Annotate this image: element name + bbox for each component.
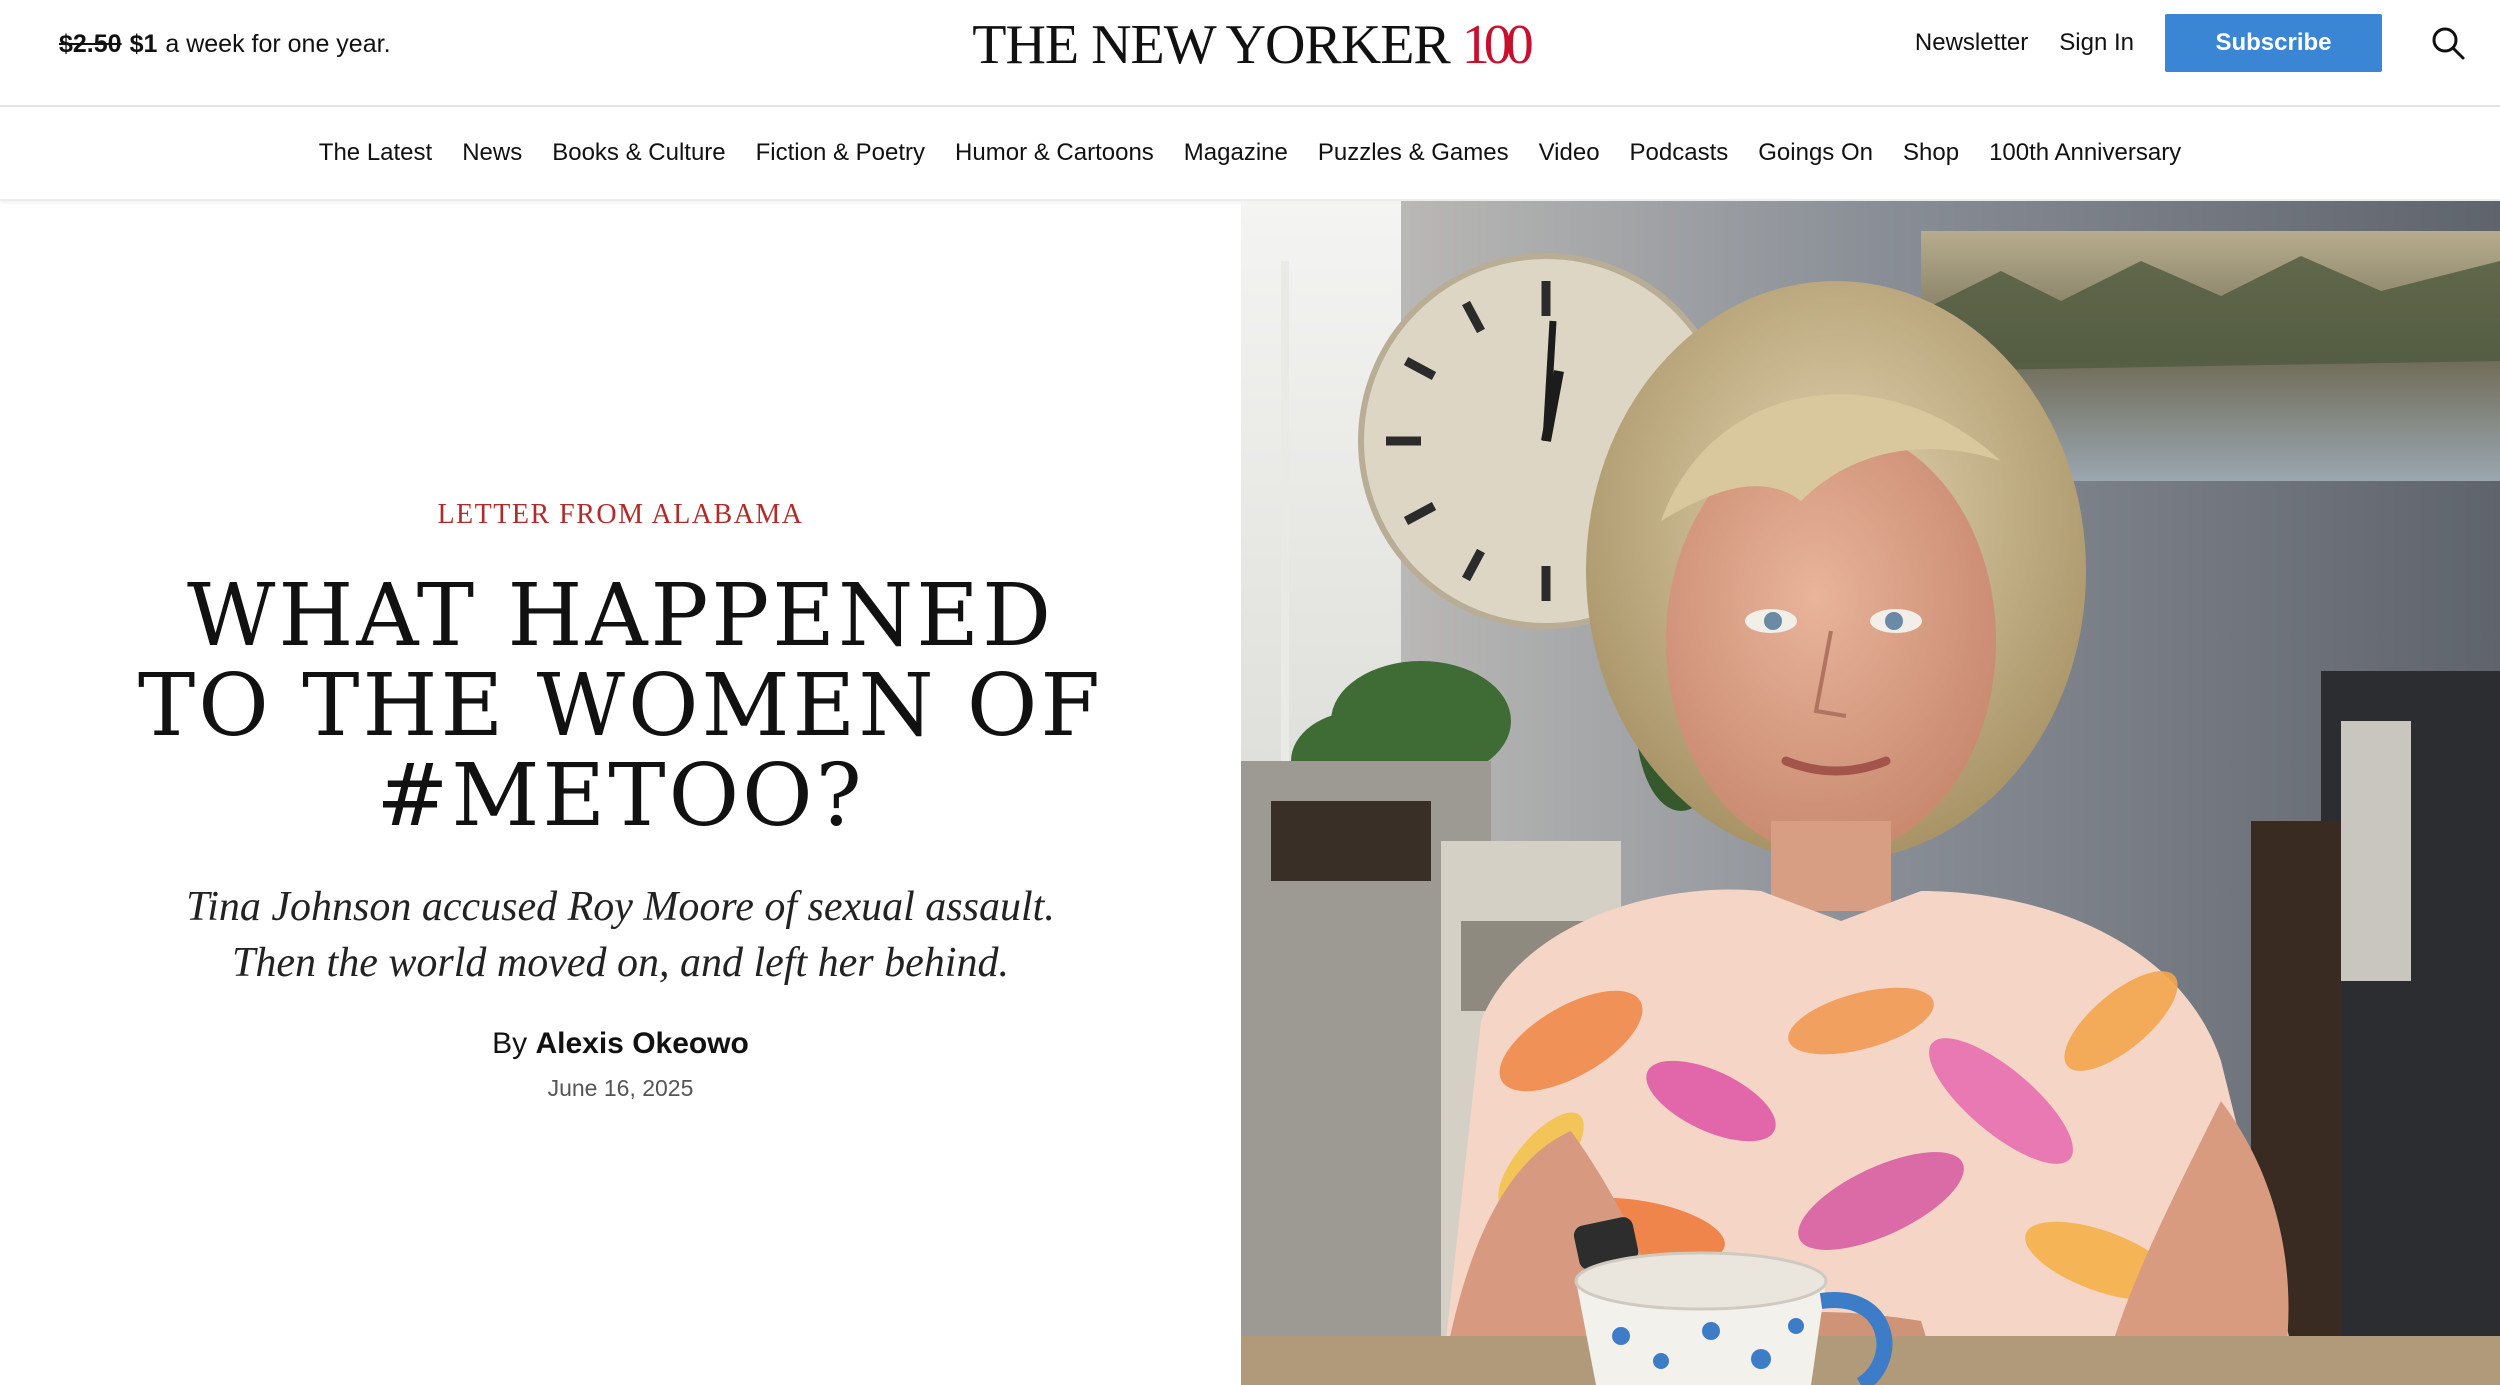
nav-item-fiction-poetry[interactable]: Fiction & Poetry xyxy=(756,139,925,167)
top-bar: $2.50 $1 a week for one year. THE NEW YO… xyxy=(0,0,2500,107)
hero-photo-illustration xyxy=(1241,201,2500,1385)
nav-item-100th-anniversary[interactable]: 100th Anniversary xyxy=(1989,139,2181,167)
logo-anniversary-mark: 100 xyxy=(1461,14,1534,76)
nav-item-puzzles-games[interactable]: Puzzles & Games xyxy=(1318,139,1509,167)
search-icon[interactable] xyxy=(2428,23,2468,63)
article-headline: WHAT HAPPENED TO THE WOMEN OF #METOO? xyxy=(137,566,1104,846)
nav-item-podcasts[interactable]: Podcasts xyxy=(1630,139,1729,167)
nav-item-magazine[interactable]: Magazine xyxy=(1184,139,1288,167)
article-header: Letter from Alabama WHAT HAPPENED TO THE… xyxy=(0,201,1241,1385)
nav-item-news[interactable]: News xyxy=(462,139,522,167)
sign-in-link[interactable]: Sign In xyxy=(2059,29,2134,57)
nav-item-humor-cartoons[interactable]: Humor & Cartoons xyxy=(955,139,1154,167)
hero-photo xyxy=(1241,201,2500,1385)
nav-item-books-culture[interactable]: Books & Culture xyxy=(552,139,725,167)
promo-old-price: $2.50 xyxy=(59,30,122,58)
site-logo[interactable]: THE NEW YORKER 100 xyxy=(972,10,1534,80)
article-byline: By Alexis Okeowo xyxy=(492,1027,749,1061)
author-link[interactable]: Alexis Okeowo xyxy=(535,1027,748,1060)
subscribe-button[interactable]: Subscribe xyxy=(2165,14,2382,72)
nav-item-shop[interactable]: Shop xyxy=(1903,139,1959,167)
nav-item-the-latest[interactable]: The Latest xyxy=(319,139,432,167)
logo-wordmark: THE NEW YORKER xyxy=(972,14,1451,76)
header-actions: Newsletter Sign In Subscribe xyxy=(1915,14,2500,72)
newsletter-link[interactable]: Newsletter xyxy=(1915,29,2028,57)
byline-prefix: By xyxy=(492,1027,528,1060)
promo-new-price: $1 xyxy=(129,30,158,58)
article-dek: Tina Johnson accused Roy Moore of sexual… xyxy=(186,884,1055,986)
nav-item-video[interactable]: Video xyxy=(1539,139,1600,167)
nav-item-goings-on[interactable]: Goings On xyxy=(1758,139,1873,167)
promo-banner[interactable]: $2.50 $1 a week for one year. xyxy=(59,30,391,59)
publish-date: June 16, 2025 xyxy=(547,1075,694,1101)
promo-text: a week for one year. xyxy=(165,30,391,58)
main-nav: The Latest News Books & Culture Fiction … xyxy=(0,107,2500,201)
article-rubric[interactable]: Letter from Alabama xyxy=(437,499,803,531)
